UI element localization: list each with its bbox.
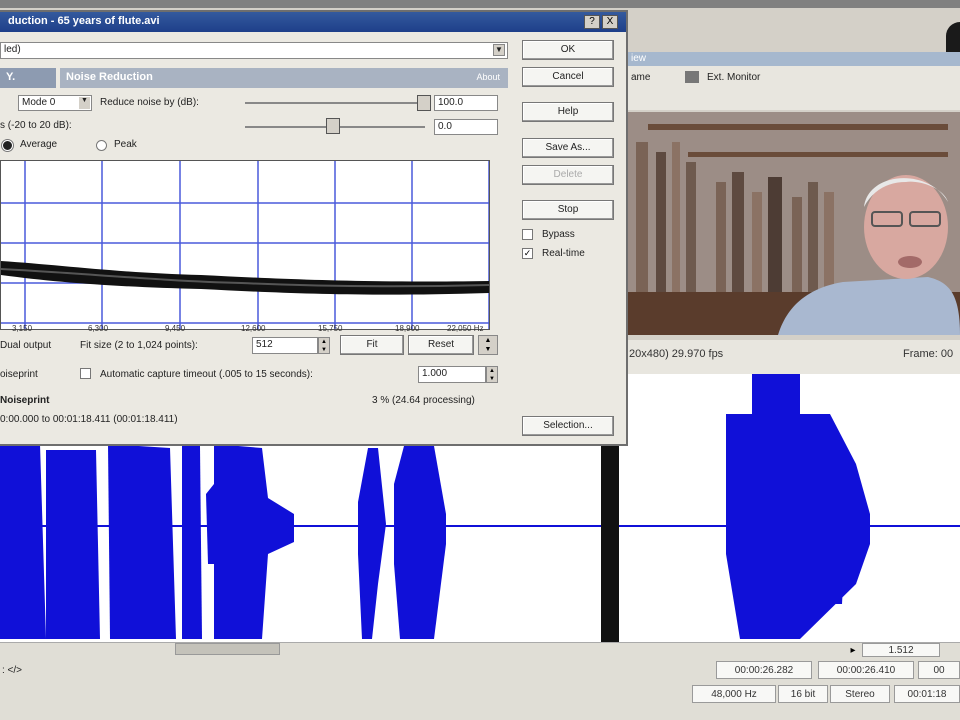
auto-capture-label: Automatic capture timeout (.005 to 15 se…: [100, 369, 313, 380]
range-label: s (-20 to 20 dB):: [0, 120, 72, 131]
peak-label: Peak: [114, 139, 137, 150]
reduce-label: Reduce noise by (dB):: [100, 97, 199, 108]
preset-dropdown[interactable]: led) ▼: [0, 42, 508, 59]
bypass-label: Bypass: [542, 229, 575, 240]
chevron-down-icon[interactable]: ▼: [79, 97, 90, 109]
chevron-down-icon[interactable]: ▼: [493, 44, 505, 56]
waveform-segment-6: [214, 444, 294, 639]
selection-length-field[interactable]: 00: [918, 661, 960, 679]
noise-graph[interactable]: [0, 160, 490, 330]
x-tick-label: 12,600: [241, 324, 266, 333]
progress-text: 3 % (24.64 processing): [372, 395, 475, 406]
frame-button[interactable]: ame: [631, 72, 650, 83]
play-arrow-icon[interactable]: ▸: [848, 645, 858, 656]
range-slider-thumb[interactable]: [326, 118, 340, 134]
realtime-checkbox[interactable]: ✓: [522, 248, 533, 259]
auto-capture-spinner-icon[interactable]: ▲ ▼: [486, 366, 498, 383]
x-tick-label: 6,300: [88, 324, 109, 333]
average-radio[interactable]: [2, 140, 13, 151]
bypass-checkbox[interactable]: [522, 229, 533, 240]
cursor-position-field[interactable]: 1.512: [862, 643, 940, 657]
dialog-title-bar: duction - 65 years of flute.avi: [0, 12, 626, 32]
save-as-button[interactable]: Save As...: [522, 138, 614, 158]
delete-button[interactable]: Delete: [522, 165, 614, 185]
close-icon[interactable]: X: [602, 15, 618, 29]
fft-size-field[interactable]: 512: [252, 337, 318, 354]
waveform-segment-9: [752, 374, 800, 414]
noise-graph-svg: [1, 161, 489, 329]
ext-monitor-button[interactable]: Ext. Monitor: [707, 72, 760, 83]
realtime-label: Real-time: [542, 248, 585, 259]
reduce-slider-track[interactable]: [245, 102, 425, 104]
bit-depth-field: 16 bit: [778, 685, 828, 703]
average-label: Average: [20, 139, 58, 150]
noise-reduction-dialog: duction - 65 years of flute.avi ? X led)…: [0, 10, 628, 446]
horizontal-scroll-thumb[interactable]: [175, 643, 280, 655]
dual-output-label[interactable]: Dual output: [0, 340, 51, 351]
bottom-left-text: : </>: [2, 665, 23, 676]
x-tick-label: 9,450: [165, 324, 186, 333]
preset-value: led): [4, 44, 21, 55]
waveform-segment-4: [182, 446, 202, 639]
mode-select[interactable]: Mode 0 ▼: [18, 95, 92, 111]
waveform-segment-8: [394, 446, 446, 639]
noiseprint-label: oiseprint: [0, 369, 38, 380]
reset-button[interactable]: Reset: [408, 335, 474, 355]
range-value-field[interactable]: 0.0: [434, 119, 498, 135]
monitor-icon: [685, 71, 699, 83]
video-preview-status: 20x480) 29.970 fps Frame: 00: [625, 340, 960, 374]
video-resolution: 20x480) 29.970 fps: [629, 348, 724, 360]
about-link[interactable]: About: [476, 72, 500, 82]
sample-rate-field: 48,000 Hz: [692, 685, 776, 703]
x-tick-label: 22,050 Hz: [447, 324, 484, 333]
video-preview-header: iew: [625, 52, 960, 66]
waveform-segment-2: [46, 450, 100, 639]
dialog-title: duction - 65 years of flute.avi: [8, 15, 160, 27]
app-title-bar: [0, 0, 960, 8]
x-tick-label: 18,900: [395, 324, 420, 333]
waveform-segment-3: [108, 444, 176, 639]
video-frame: [628, 112, 960, 335]
ok-button[interactable]: OK: [522, 40, 614, 60]
panel-header: Noise Reduction About: [60, 68, 508, 88]
fit-button[interactable]: Fit: [340, 335, 404, 355]
help-title-button[interactable]: ?: [584, 15, 600, 29]
selection-button[interactable]: Selection...: [522, 416, 614, 436]
auto-capture-checkbox[interactable]: [80, 368, 91, 379]
panel-title: Noise Reduction: [66, 71, 153, 83]
waveform-segment-11: [820, 438, 846, 604]
frame-counter: Frame: 00: [903, 348, 954, 360]
fft-spinner-icon[interactable]: ▲ ▼: [318, 337, 330, 354]
channels-field: Stereo: [830, 685, 890, 703]
video-preview-toolbar: ame Ext. Monitor: [625, 66, 960, 110]
noise-profile: [1, 261, 489, 295]
reduce-slider-thumb[interactable]: [417, 95, 431, 111]
waveform-segment-10: [726, 414, 870, 639]
tab-header[interactable]: Y.: [0, 68, 56, 88]
cancel-button[interactable]: Cancel: [522, 67, 614, 87]
reduce-value-field[interactable]: 100.0: [434, 95, 498, 111]
selection-range-text: 0:00.000 to 00:01:18.411 (00:01:18.411): [0, 414, 178, 425]
file-length-field: 00:01:18: [894, 685, 960, 703]
x-tick-label: 3,150: [12, 324, 33, 333]
peak-radio[interactable]: [96, 140, 107, 151]
zoom-spinner-icon[interactable]: ▲ ▼: [478, 335, 498, 355]
waveform-segment-1: [0, 444, 46, 639]
stop-button[interactable]: Stop: [522, 200, 614, 220]
graph-grid: [1, 161, 489, 329]
status-bar: : </> ▸ 1.512 00:00:26.282 00:00:26.410 …: [0, 642, 960, 720]
video-frame-image: [628, 112, 960, 335]
selection-end-field[interactable]: 00:00:26.410: [818, 661, 914, 679]
fft-size-label: Fit size (2 to 1,024 points):: [80, 340, 198, 351]
waveform-segment-7: [358, 448, 386, 639]
noiseprint-section-title: Noiseprint: [0, 395, 50, 406]
auto-capture-field[interactable]: 1.000: [418, 366, 486, 383]
help-button[interactable]: Help: [522, 102, 614, 122]
x-tick-label: 15,750: [318, 324, 343, 333]
selection-start-field[interactable]: 00:00:26.282: [716, 661, 812, 679]
